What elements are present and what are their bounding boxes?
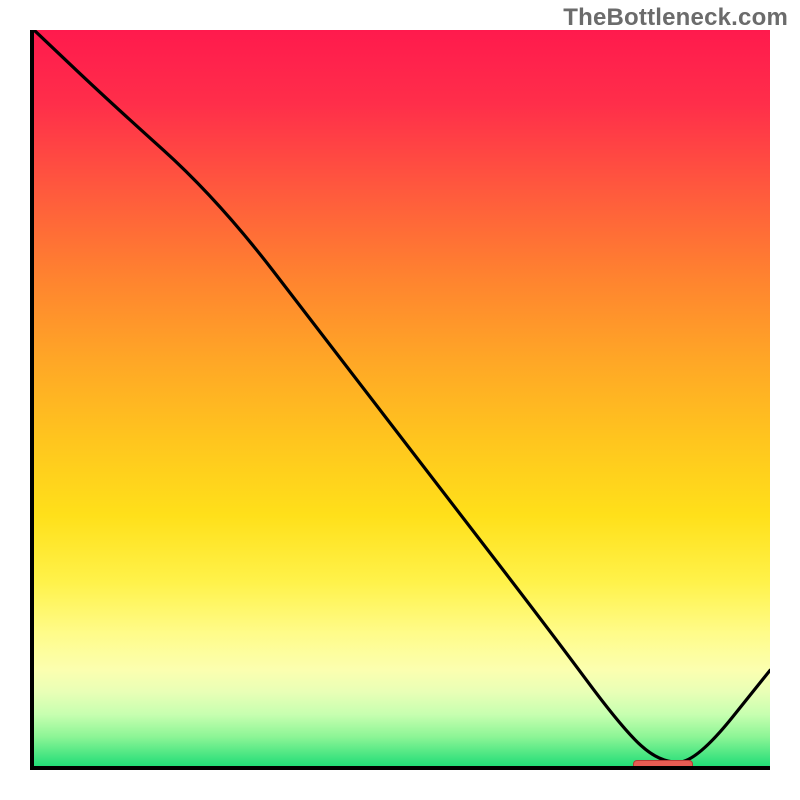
- optimal-range-marker: [633, 760, 692, 770]
- line-chart-svg: [34, 30, 770, 766]
- chart-container: TheBottleneck.com: [0, 0, 800, 800]
- bottleneck-curve-line: [34, 30, 770, 762]
- plot-area: [30, 30, 770, 770]
- watermark-label: TheBottleneck.com: [563, 4, 788, 32]
